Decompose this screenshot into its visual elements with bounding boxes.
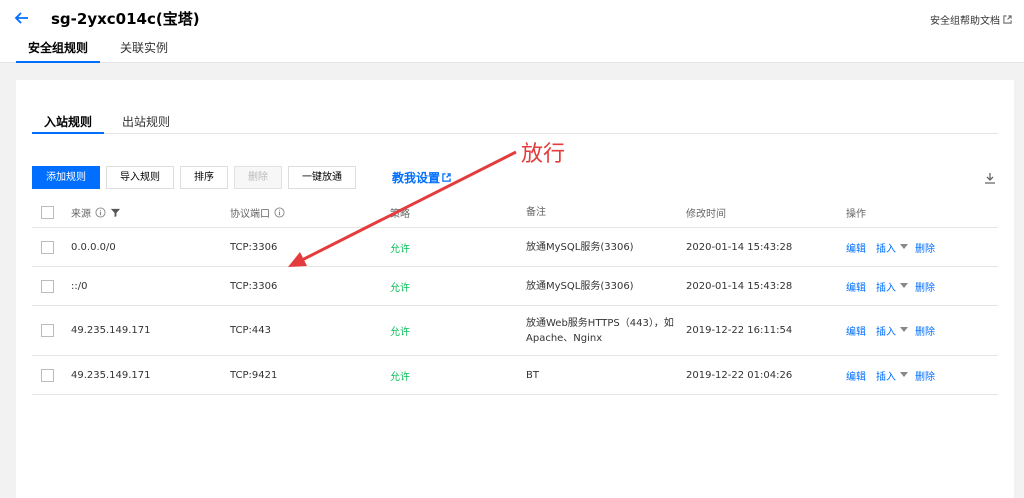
toolbar: 添加规则 导入规则 排序 删除 一键放通 教我设置 bbox=[32, 166, 451, 189]
row-checkbox[interactable] bbox=[41, 368, 54, 382]
row-source: 49.235.149.171 bbox=[71, 325, 151, 336]
row-note: 放通Web服务HTTPS（443），如Apache、Nginx bbox=[526, 317, 674, 344]
annotation-label: 放行 bbox=[521, 142, 566, 167]
tab-outbound-rules[interactable]: 出站规则 bbox=[110, 112, 182, 133]
row-port: TCP:3306 bbox=[230, 280, 278, 292]
row-note: BT bbox=[526, 369, 539, 381]
col-source: 来源 bbox=[71, 198, 121, 227]
external-link-icon bbox=[442, 173, 451, 182]
delete-link[interactable]: 删除 bbox=[915, 323, 935, 338]
insert-link[interactable]: 插入 bbox=[876, 323, 896, 338]
edit-link[interactable]: 编辑 bbox=[846, 240, 866, 255]
filter-icon[interactable] bbox=[110, 207, 121, 218]
info-icon[interactable] bbox=[274, 207, 285, 218]
edit-link[interactable]: 编辑 bbox=[846, 279, 866, 294]
col-port: 协议端口 bbox=[230, 198, 285, 227]
col-port-label: 协议端口 bbox=[230, 209, 270, 220]
insert-link[interactable]: 插入 bbox=[876, 279, 896, 294]
external-link-icon bbox=[1003, 15, 1012, 24]
page-title: sg-2yxc014c(宝塔) bbox=[51, 10, 200, 28]
row-checkbox[interactable] bbox=[41, 240, 54, 254]
col-time: 修改时间 bbox=[686, 209, 726, 220]
row-policy: 允许 bbox=[390, 282, 410, 294]
row-ops: 编辑 插入 删除 bbox=[846, 267, 935, 305]
select-all-checkbox[interactable] bbox=[41, 206, 54, 219]
col-note: 备注 bbox=[526, 207, 546, 218]
table-row: ::/0 TCP:3306 允许 放通MySQL服务(3306) 2020-01… bbox=[32, 267, 998, 306]
delete-button[interactable]: 删除 bbox=[234, 166, 282, 189]
col-source-label: 来源 bbox=[71, 209, 91, 220]
tab-security-rules[interactable]: 安全组规则 bbox=[16, 36, 101, 63]
row-policy: 允许 bbox=[390, 327, 410, 338]
row-port: TCP:443 bbox=[230, 325, 271, 336]
top-bar: sg-2yxc014c(宝塔) 安全组帮助文档 安全组规则 关联实例 bbox=[0, 0, 1024, 63]
row-policy: 允许 bbox=[390, 243, 410, 255]
insert-link[interactable]: 插入 bbox=[876, 368, 896, 383]
edit-link[interactable]: 编辑 bbox=[846, 323, 866, 338]
col-ops: 操作 bbox=[846, 209, 866, 220]
row-policy: 允许 bbox=[390, 371, 410, 383]
tab-linked-instances[interactable]: 关联实例 bbox=[108, 36, 180, 63]
help-doc-label: 安全组帮助文档 bbox=[930, 16, 1000, 27]
back-arrow-icon[interactable] bbox=[14, 10, 30, 26]
row-ops: 编辑 插入 删除 bbox=[846, 356, 935, 394]
row-checkbox[interactable] bbox=[41, 324, 54, 337]
delete-link[interactable]: 删除 bbox=[915, 240, 935, 255]
table-header: 来源 协议端口 策略 备注 修改时间 操作 bbox=[32, 198, 998, 228]
col-policy: 策略 bbox=[390, 209, 410, 220]
chevron-down-icon[interactable] bbox=[900, 243, 908, 249]
add-rule-button[interactable]: 添加规则 bbox=[32, 166, 100, 189]
download-icon[interactable] bbox=[984, 172, 996, 184]
chevron-down-icon[interactable] bbox=[900, 282, 908, 288]
row-port: TCP:3306 bbox=[230, 241, 278, 253]
row-source: 49.235.149.171 bbox=[71, 369, 151, 381]
delete-link[interactable]: 删除 bbox=[915, 279, 935, 294]
rules-table: 来源 协议端口 策略 备注 修改时间 操作 0.0.0.0/0 TCP:3306… bbox=[32, 198, 998, 395]
teach-setup-link[interactable]: 教我设置 bbox=[392, 169, 451, 186]
table-row: 49.235.149.171 TCP:9421 允许 BT 2019-12-22… bbox=[32, 356, 998, 395]
row-checkbox[interactable] bbox=[41, 279, 54, 293]
help-doc-link[interactable]: 安全组帮助文档 bbox=[930, 12, 1012, 27]
table-row: 49.235.149.171 TCP:443 允许 放通Web服务HTTPS（4… bbox=[32, 306, 998, 356]
allow-all-button[interactable]: 一键放通 bbox=[288, 166, 356, 189]
table-row: 0.0.0.0/0 TCP:3306 允许 放通MySQL服务(3306) 20… bbox=[32, 228, 998, 267]
info-icon[interactable] bbox=[95, 207, 106, 218]
row-ops: 编辑 插入 删除 bbox=[846, 306, 935, 355]
row-time: 2020-01-14 15:43:28 bbox=[686, 280, 793, 292]
row-time: 2019-12-22 01:04:26 bbox=[686, 369, 793, 381]
rule-direction-tabs: 入站规则 出站规则 bbox=[32, 112, 998, 134]
rules-card: 入站规则 出站规则 添加规则 导入规则 排序 删除 一键放通 教我设置 来源 协… bbox=[16, 80, 1014, 498]
import-rule-button[interactable]: 导入规则 bbox=[106, 166, 174, 189]
row-source: 0.0.0.0/0 bbox=[71, 241, 116, 253]
sort-button[interactable]: 排序 bbox=[180, 166, 228, 189]
row-note: 放通MySQL服务(3306) bbox=[526, 241, 634, 253]
row-time: 2019-12-22 16:11:54 bbox=[686, 325, 793, 336]
row-source: ::/0 bbox=[71, 280, 88, 292]
tab-inbound-rules[interactable]: 入站规则 bbox=[32, 112, 105, 134]
top-tabs: 安全组规则 关联实例 bbox=[16, 36, 180, 63]
row-time: 2020-01-14 15:43:28 bbox=[686, 241, 793, 253]
row-ops: 编辑 插入 删除 bbox=[846, 228, 935, 266]
chevron-down-icon[interactable] bbox=[900, 327, 908, 332]
delete-link[interactable]: 删除 bbox=[915, 368, 935, 383]
insert-link[interactable]: 插入 bbox=[876, 240, 896, 255]
chevron-down-icon[interactable] bbox=[900, 371, 908, 377]
edit-link[interactable]: 编辑 bbox=[846, 368, 866, 383]
row-port: TCP:9421 bbox=[230, 369, 278, 381]
teach-setup-label: 教我设置 bbox=[392, 171, 441, 185]
row-note: 放通MySQL服务(3306) bbox=[526, 280, 634, 292]
